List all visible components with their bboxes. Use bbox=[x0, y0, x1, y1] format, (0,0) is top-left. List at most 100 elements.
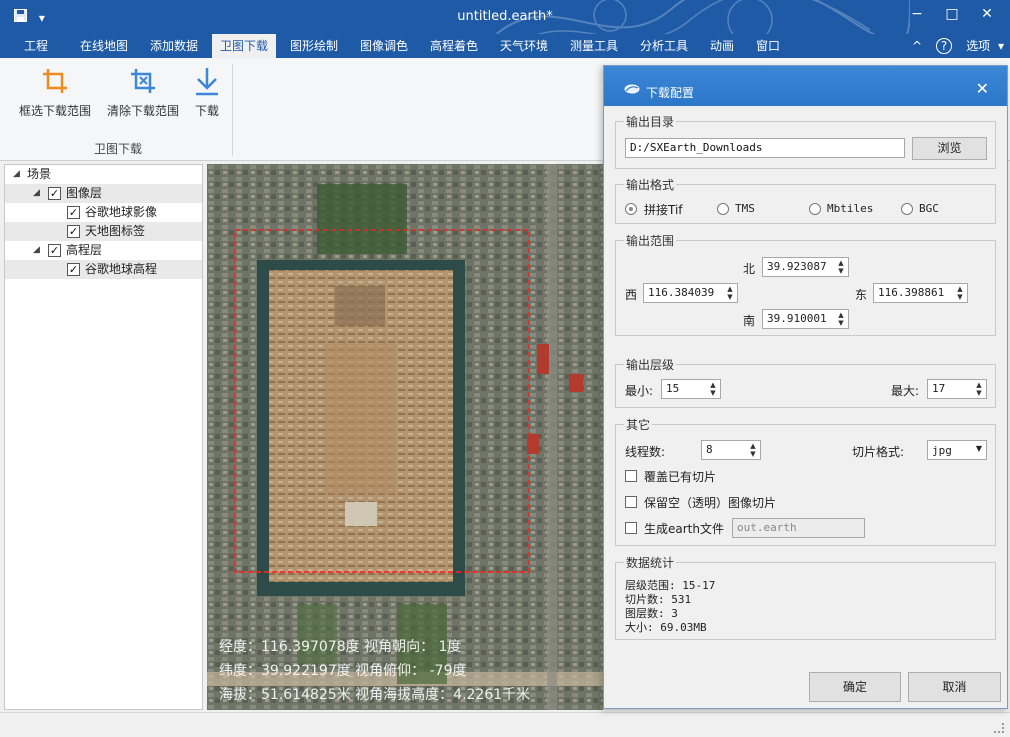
spin-arrows-icon[interactable]: ▲ ▼ bbox=[974, 381, 984, 397]
ok-button[interactable]: 确定 bbox=[809, 672, 901, 702]
tab-analysis[interactable]: 分析工具 bbox=[632, 34, 696, 58]
expand-triangle-icon[interactable]: ◢ bbox=[13, 165, 20, 184]
ribbon-tabs: 工程 在线地图 添加数据 卫图下载 图形绘制 图像调色 高程着色 天气环境 测量… bbox=[0, 34, 1010, 58]
cancel-button[interactable]: 取消 bbox=[908, 672, 1001, 702]
status-bar bbox=[0, 712, 1010, 737]
tab-satellite-download[interactable]: 卫图下载 bbox=[212, 34, 277, 58]
overwrite-label: 覆盖已有切片 bbox=[644, 470, 717, 484]
checkbox-google-elevation[interactable]: ✓ bbox=[67, 263, 80, 276]
dialog-close-button[interactable]: ✕ bbox=[976, 79, 989, 98]
overwrite-checkbox[interactable] bbox=[625, 470, 637, 482]
east-label: 东 bbox=[855, 288, 868, 302]
radio-tif-label: 拼接Tif bbox=[644, 203, 683, 217]
spin-arrows-icon[interactable]: ▲ ▼ bbox=[748, 442, 758, 458]
select-download-range-button[interactable]: 框选下载范围 bbox=[18, 66, 92, 119]
help-icon[interactable]: ? bbox=[935, 38, 953, 54]
radio-mbtiles[interactable] bbox=[809, 203, 821, 215]
tree-node-scene[interactable]: ◢ 场景 bbox=[5, 165, 202, 184]
tab-online-map[interactable]: 在线地图 bbox=[72, 34, 136, 58]
output-directory-legend: 输出目录 bbox=[624, 113, 677, 130]
select-download-range-label: 框选下载范围 bbox=[18, 104, 91, 118]
earth-app-icon bbox=[624, 84, 640, 94]
checkbox-tianditu-labels[interactable]: ✓ bbox=[67, 225, 80, 238]
tree-node-tianditu-labels[interactable]: ✓ 天地图标签 bbox=[5, 222, 202, 241]
output-format-legend: 输出格式 bbox=[624, 176, 677, 193]
clear-download-range-label: 清除下载范围 bbox=[106, 104, 179, 118]
resize-grip-icon[interactable] bbox=[994, 723, 1004, 733]
tab-project[interactable]: 工程 bbox=[16, 34, 56, 58]
tab-add-data[interactable]: 添加数据 bbox=[142, 34, 206, 58]
checkbox-elevation-layer[interactable]: ✓ bbox=[48, 244, 61, 257]
spin-arrows-icon[interactable]: ▲ ▼ bbox=[725, 285, 735, 301]
crop-select-icon bbox=[43, 69, 67, 93]
min-level-spinbox[interactable]: 15 ▲ ▼ bbox=[661, 379, 721, 399]
layer-tree: ◢ 场景 ◢ ✓ 图像层 ✓ 谷歌地球影像 ✓ 天地图标签 ◢ ✓ 高程层 ✓ … bbox=[4, 164, 203, 710]
close-button[interactable]: ✕ bbox=[972, 6, 1002, 22]
generate-earth-checkbox[interactable] bbox=[625, 522, 637, 534]
earth-file-input: out.earth bbox=[732, 518, 865, 538]
tile-format-select[interactable]: jpg ▼ bbox=[927, 440, 987, 460]
east-spinbox[interactable]: 116.398861 ▲ ▼ bbox=[873, 283, 968, 303]
spin-arrows-icon[interactable]: ▲ ▼ bbox=[836, 311, 846, 327]
tab-animation[interactable]: 动画 bbox=[702, 34, 742, 58]
south-label: 南 bbox=[743, 314, 756, 328]
dialog-title: 下载配置 bbox=[646, 86, 695, 100]
download-button[interactable]: 下载 bbox=[190, 66, 224, 119]
tree-node-google-imagery[interactable]: ✓ 谷歌地球影像 bbox=[5, 203, 202, 222]
output-range-group: 输出范围 北 39.923087 ▲ ▼ 西 116.384039 ▲ ▼ 东 11… bbox=[615, 232, 996, 336]
download-label: 下载 bbox=[194, 104, 219, 118]
download-icon bbox=[196, 68, 218, 96]
max-level-spinbox[interactable]: 17 ▲ ▼ bbox=[927, 379, 987, 399]
tab-image-color[interactable]: 图像调色 bbox=[352, 34, 416, 58]
tab-elevation-color[interactable]: 高程着色 bbox=[422, 34, 486, 58]
stats-size: 大小: 69.03MB bbox=[625, 621, 707, 634]
options-menu[interactable]: 选项 bbox=[966, 39, 990, 53]
checkbox-image-layer[interactable]: ✓ bbox=[48, 187, 61, 200]
tree-node-google-elevation[interactable]: ✓ 谷歌地球高程 bbox=[5, 260, 202, 279]
threads-spinbox[interactable]: 8 ▲ ▼ bbox=[701, 440, 761, 460]
spin-arrows-icon[interactable]: ▲ ▼ bbox=[836, 259, 846, 275]
radio-tms[interactable] bbox=[717, 203, 729, 215]
output-format-group: 输出格式 拼接Tif TMS Mbtiles BGC bbox=[615, 176, 996, 224]
spin-arrows-icon[interactable]: ▲ ▼ bbox=[708, 381, 718, 397]
radio-mbtiles-label: Mbtiles bbox=[827, 202, 874, 215]
dialog-header: 下载配置 ✕ bbox=[604, 66, 1007, 106]
threads-label: 线程数: bbox=[625, 445, 666, 459]
keep-empty-checkbox[interactable] bbox=[625, 496, 637, 508]
west-spinbox[interactable]: 116.384039 ▲ ▼ bbox=[643, 283, 738, 303]
radio-tif[interactable] bbox=[625, 203, 637, 215]
output-directory-input[interactable]: D:/SXEarth_Downloads bbox=[625, 138, 905, 158]
tab-weather[interactable]: 天气环境 bbox=[492, 34, 556, 58]
expand-triangle-icon[interactable]: ◢ bbox=[33, 184, 40, 203]
clear-download-range-button[interactable]: 清除下载范围 bbox=[106, 66, 180, 119]
collapse-ribbon-icon[interactable]: ^ bbox=[912, 39, 922, 53]
tile-format-label: 切片格式: bbox=[852, 445, 905, 459]
crop-clear-icon bbox=[131, 69, 155, 93]
satellite-imagery bbox=[207, 164, 603, 710]
north-spinbox[interactable]: 39.923087 ▲ ▼ bbox=[762, 257, 849, 277]
west-label: 西 bbox=[625, 288, 638, 302]
north-label: 北 bbox=[743, 262, 756, 276]
spin-arrows-icon[interactable]: ▲ ▼ bbox=[955, 285, 965, 301]
browse-button[interactable]: 浏览 bbox=[912, 137, 987, 160]
expand-triangle-icon[interactable]: ◢ bbox=[33, 241, 40, 260]
window-title: untitled.earth* bbox=[457, 9, 553, 24]
tab-window[interactable]: 窗口 bbox=[748, 34, 788, 58]
minimize-button[interactable]: − bbox=[902, 6, 932, 22]
map-view[interactable]: 经度：116.397078度 视角朝向： 1度 纬度：39.922197度 视角… bbox=[207, 164, 603, 710]
ribbon-separator bbox=[232, 64, 233, 156]
tab-measure[interactable]: 测量工具 bbox=[562, 34, 626, 58]
tab-drawing[interactable]: 图形绘制 bbox=[282, 34, 346, 58]
other-options-group: 其它 线程数: 8 ▲ ▼ 切片格式: jpg ▼ 覆盖已有切片 保留空（透明）图… bbox=[615, 416, 996, 546]
chevron-down-icon: ▼ bbox=[975, 444, 982, 453]
maximize-button[interactable]: □ bbox=[937, 6, 967, 22]
data-statistics-group: 数据统计 层级范围: 15-17 切片数: 531 图层数: 3 大小: 69.… bbox=[615, 554, 996, 640]
map-longitude-readout: 经度：116.397078度 视角朝向： 1度 bbox=[219, 639, 462, 655]
radio-bgc[interactable] bbox=[901, 203, 913, 215]
tree-node-image-layer[interactable]: ◢ ✓ 图像层 bbox=[5, 184, 202, 203]
other-legend: 其它 bbox=[624, 416, 653, 433]
radio-bgc-label: BGC bbox=[919, 202, 939, 215]
checkbox-google-imagery[interactable]: ✓ bbox=[67, 206, 80, 219]
south-spinbox[interactable]: 39.910001 ▲ ▼ bbox=[762, 309, 849, 329]
tree-node-elevation-layer[interactable]: ◢ ✓ 高程层 bbox=[5, 241, 202, 260]
